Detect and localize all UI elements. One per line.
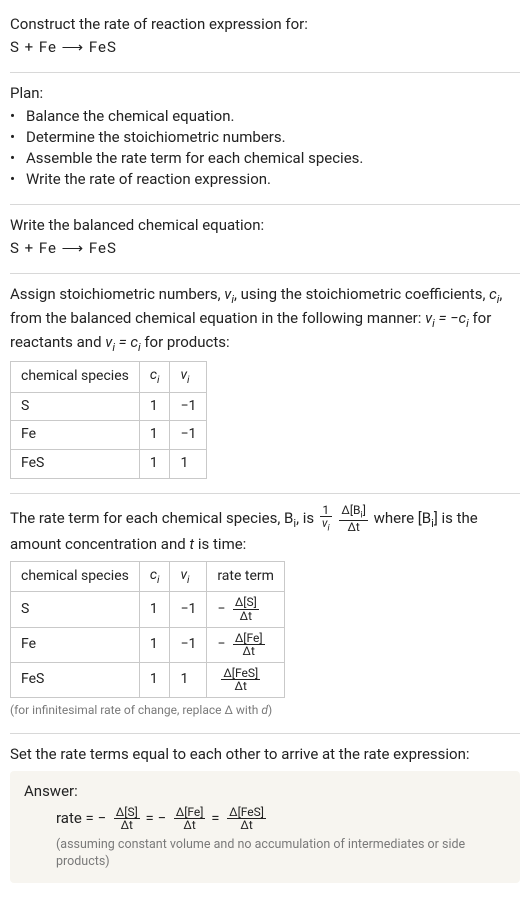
cell-rate-term: − Δ[Fe] Δt bbox=[207, 627, 285, 662]
fraction: Δ[S] Δt bbox=[114, 806, 140, 832]
plan-heading: Plan: bbox=[10, 83, 520, 104]
divider bbox=[10, 204, 520, 205]
cell-c: 1 bbox=[139, 421, 170, 450]
cell-c: 1 bbox=[139, 592, 170, 627]
plan-section: Plan: • Balance the chemical equation. •… bbox=[10, 77, 520, 200]
bullet-icon: • bbox=[10, 169, 20, 190]
plan-item: • Write the rate of reaction expression. bbox=[10, 169, 520, 190]
cell-c: 1 bbox=[139, 627, 170, 662]
stoich-text: Assign stoichiometric numbers, νi, using… bbox=[10, 284, 520, 355]
col-species: chemical species bbox=[11, 362, 140, 392]
cell-species: S bbox=[11, 392, 140, 421]
cell-nu: −1 bbox=[170, 421, 207, 450]
bullet-icon: • bbox=[10, 106, 20, 127]
cell-species: FeS bbox=[11, 449, 140, 478]
col-species: chemical species bbox=[11, 561, 140, 591]
rate-terms-table: chemical species ci νi rate term S 1 −1 … bbox=[10, 561, 285, 698]
prompt-section: Construct the rate of reaction expressio… bbox=[10, 8, 520, 68]
fraction: Δ[FeS] Δt bbox=[227, 806, 266, 832]
fraction: Δ[Bi] Δt bbox=[339, 504, 368, 534]
bullet-icon: • bbox=[10, 127, 20, 148]
answer-note: (assuming constant volume and no accumul… bbox=[24, 836, 506, 871]
col-c: ci bbox=[139, 561, 170, 591]
plan-item-text: Write the rate of reaction expression. bbox=[26, 169, 271, 190]
bullet-icon: • bbox=[10, 148, 20, 169]
table-header-row: chemical species ci νi rate term bbox=[11, 561, 285, 591]
cell-nu: −1 bbox=[170, 392, 207, 421]
divider bbox=[10, 733, 520, 734]
prompt-title: Construct the rate of reaction expressio… bbox=[10, 14, 520, 35]
col-c: ci bbox=[139, 362, 170, 392]
divider bbox=[10, 72, 520, 73]
cell-nu: 1 bbox=[170, 449, 207, 478]
col-nu: νi bbox=[170, 362, 207, 392]
balanced-section: Write the balanced chemical equation: S … bbox=[10, 209, 520, 269]
cell-species: S bbox=[11, 592, 140, 627]
table-row: Fe 1 −1 − Δ[Fe] Δt bbox=[11, 627, 285, 662]
cell-species: FeS bbox=[11, 662, 140, 697]
cell-species: Fe bbox=[11, 627, 140, 662]
final-heading: Set the rate terms equal to each other t… bbox=[10, 744, 520, 765]
col-nu: νi bbox=[170, 561, 207, 591]
cell-c: 1 bbox=[139, 449, 170, 478]
plan-item: • Assemble the rate term for each chemic… bbox=[10, 148, 520, 169]
fraction: 1 νi bbox=[320, 504, 332, 534]
prompt-equation: S + Fe ⟶ FeS bbox=[10, 37, 520, 58]
answer-expression: rate = − Δ[S] Δt = − Δ[Fe] Δt = Δ[FeS] Δ… bbox=[24, 806, 506, 832]
rate-terms-section: The rate term for each chemical species,… bbox=[10, 498, 520, 729]
fraction: Δ[FeS] Δt bbox=[221, 667, 260, 693]
stoich-table: chemical species ci νi S 1 −1 Fe 1 −1 Fe… bbox=[10, 361, 207, 478]
stoich-section: Assign stoichiometric numbers, νi, using… bbox=[10, 278, 520, 489]
rate-terms-text: The rate term for each chemical species,… bbox=[10, 504, 520, 555]
fraction: Δ[Fe] Δt bbox=[174, 806, 206, 832]
balanced-equation: S + Fe ⟶ FeS bbox=[10, 238, 520, 259]
table-row: FeS 1 1 bbox=[11, 449, 207, 478]
balanced-heading: Write the balanced chemical equation: bbox=[10, 215, 520, 236]
table-header-row: chemical species ci νi bbox=[11, 362, 207, 392]
cell-c: 1 bbox=[139, 392, 170, 421]
table-row: FeS 1 1 Δ[FeS] Δt bbox=[11, 662, 285, 697]
table-row: S 1 −1 bbox=[11, 392, 207, 421]
answer-box: Answer: rate = − Δ[S] Δt = − Δ[Fe] Δt = … bbox=[10, 771, 520, 883]
cell-rate-term: − Δ[S] Δt bbox=[207, 592, 285, 627]
plan-item: • Balance the chemical equation. bbox=[10, 106, 520, 127]
plan-item-text: Assemble the rate term for each chemical… bbox=[26, 148, 363, 169]
cell-nu: 1 bbox=[170, 662, 207, 697]
fraction: Δ[S] Δt bbox=[233, 596, 259, 622]
col-term: rate term bbox=[207, 561, 285, 591]
table-row: S 1 −1 − Δ[S] Δt bbox=[11, 592, 285, 627]
divider bbox=[10, 493, 520, 494]
rate-terms-footnote: (for infinitesimal rate of change, repla… bbox=[10, 702, 520, 719]
plan-item-text: Balance the chemical equation. bbox=[26, 106, 234, 127]
plan-item-text: Determine the stoichiometric numbers. bbox=[26, 127, 286, 148]
divider bbox=[10, 273, 520, 274]
cell-rate-term: Δ[FeS] Δt bbox=[207, 662, 285, 697]
cell-species: Fe bbox=[11, 421, 140, 450]
plan-item: • Determine the stoichiometric numbers. bbox=[10, 127, 520, 148]
final-section: Set the rate terms equal to each other t… bbox=[10, 738, 520, 883]
cell-c: 1 bbox=[139, 662, 170, 697]
fraction: Δ[Fe] Δt bbox=[233, 632, 265, 658]
table-row: Fe 1 −1 bbox=[11, 421, 207, 450]
cell-nu: −1 bbox=[170, 592, 207, 627]
answer-label: Answer: bbox=[24, 781, 506, 802]
cell-nu: −1 bbox=[170, 627, 207, 662]
plan-list: • Balance the chemical equation. • Deter… bbox=[10, 106, 520, 190]
